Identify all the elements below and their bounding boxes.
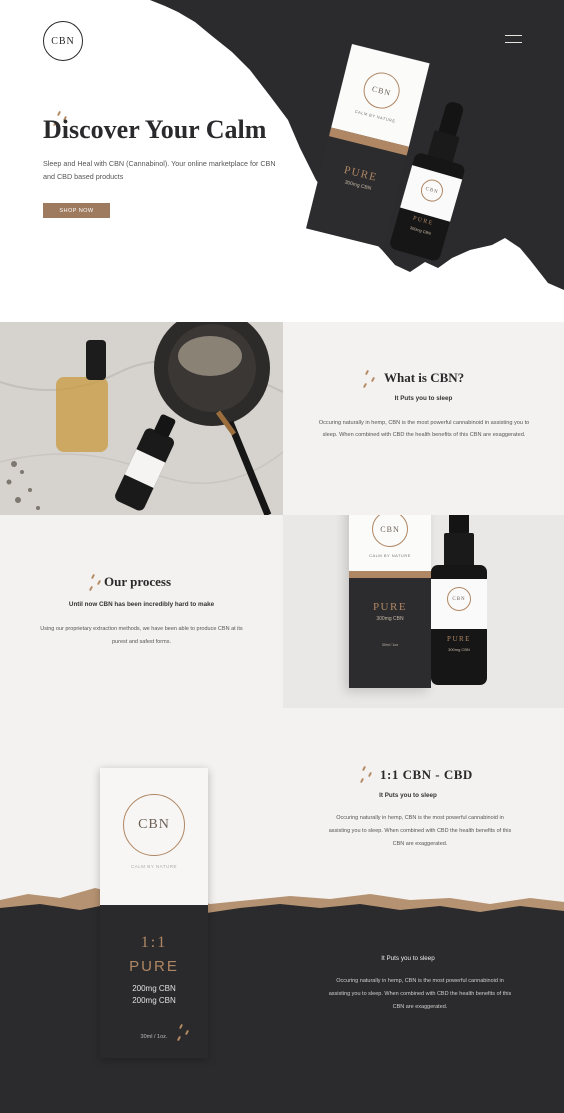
packshot-bottle: CBN PURE 300mg CBN [429,515,489,690]
packshot-bottle-dose: 300mg CBN [448,647,470,652]
packshot-dose: 300mg CBN [376,616,404,622]
sachet-product-image: CBN CALM BY NATURE 1:1 PURE 200mg CBN 20… [100,768,208,1058]
packshot-size: 30ml / 1oz [381,643,399,647]
ratio-title: 1:1 CBN - CBD [380,767,473,782]
our-process-section [0,515,283,708]
packshot-tagline: CALM BY NATURE [369,553,411,558]
sachet-ratio: 1:1 [140,934,168,951]
our-process-title: Our process [104,574,172,589]
sachet-name: PURE [129,958,179,975]
sachet-tagline: CALM BY NATURE [130,864,178,869]
hero-title: Discover Your Calm [43,115,267,144]
what-is-cbn-subtitle: It Puts you to sleep [394,395,453,402]
sachet-logo: CBN [123,794,185,856]
hero-section: CBN Discover Your Calm Sleep and Heal wi… [0,0,564,322]
our-process-subtitle: Until now CBN has been incredibly hard t… [68,601,215,608]
what-is-cbn-title: What is CBN? [384,370,465,385]
our-process-body: Using our proprietary extraction methods… [40,626,243,645]
product-packshot-photo: CBN CALM BY NATURE PURE 300mg CBN 30ml /… [283,515,564,708]
ratio-dark-torn-background [0,888,564,1113]
packshot-logo: CBN [372,515,408,547]
packshot-bottle-logo: CBN [447,587,471,611]
sachet-line1: 200mg CBN [132,984,176,993]
product-lifestyle-photo [0,322,283,515]
sachet-size: 30ml / 1oz. [140,1034,168,1040]
sachet-line2: 200mg CBN [132,996,176,1005]
logo[interactable]: CBN [43,21,83,61]
dark-block-subtitle: It Puts you to sleep [381,955,435,962]
packshot-box: CBN CALM BY NATURE PURE 300mg CBN 30ml /… [349,515,431,688]
packshot-name: PURE [372,601,408,613]
dark-block-body: Occuring naturally in hemp, CBN is the m… [328,978,512,1011]
ratio-body: Occuring naturally in hemp, CBN is the m… [328,815,512,848]
hero-subtitle: Sleep and Heal with CBN (Cannabinol). Yo… [43,159,276,181]
shop-now-button[interactable]: SHOP NOW [43,203,110,218]
what-is-cbn-body: Occuring naturally in hemp, CBN is the m… [318,420,530,439]
ratio-subtitle: It Puts you to sleep [379,792,437,799]
packshot-bottle-name: PURE [447,635,471,643]
hamburger-icon[interactable] [505,35,522,45]
